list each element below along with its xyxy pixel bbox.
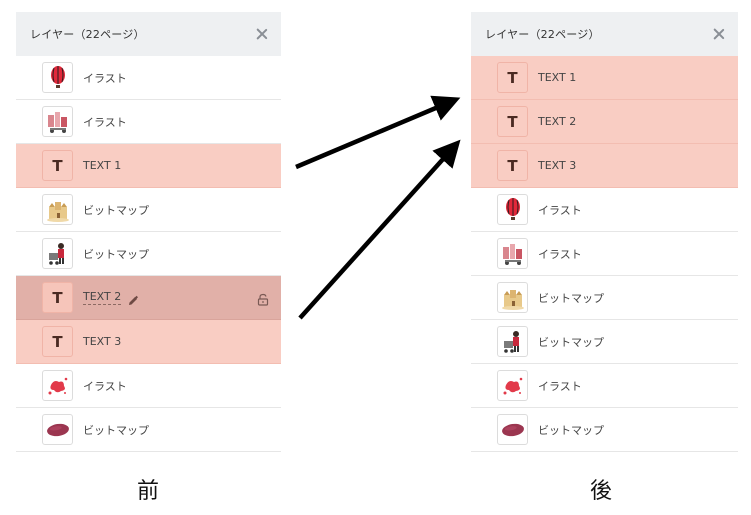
arrow-text1 [295, 95, 461, 170]
caption-after: 後 [590, 479, 613, 504]
caption-before: 前 [137, 479, 160, 504]
arrow-text2-text3 [298, 139, 461, 320]
move-arrows [295, 95, 461, 320]
